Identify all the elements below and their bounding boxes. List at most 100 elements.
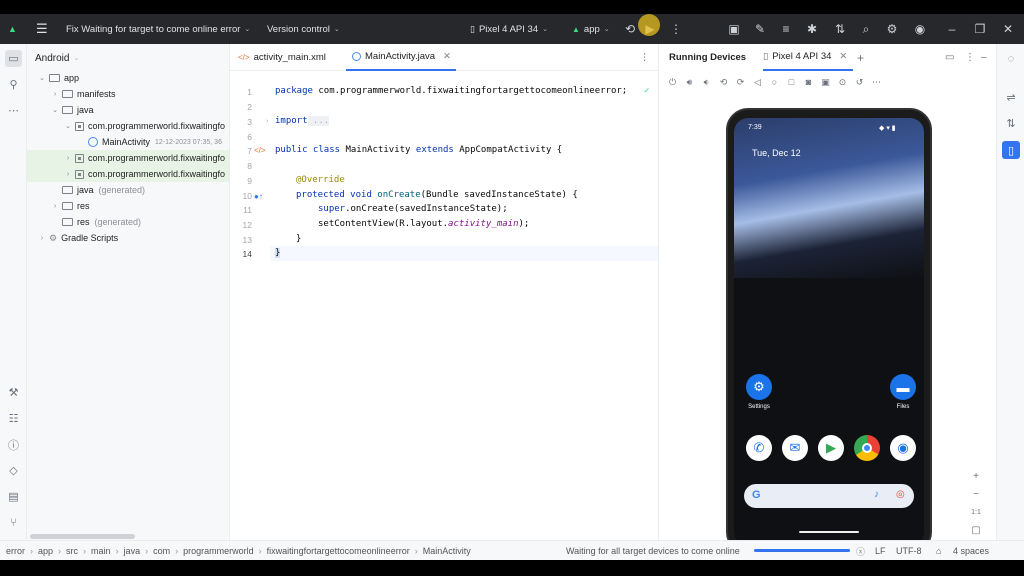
tree-item[interactable]: ⌄ java [27,102,229,118]
running-devices-tool-icon[interactable]: ▯ [1002,141,1020,159]
notifications-icon[interactable]: ◌ [1002,50,1020,68]
lens-icon[interactable]: ◎ [896,489,905,500]
rotate-right-icon[interactable]: ⟳ [735,77,746,88]
home-icon[interactable]: ○ [769,77,780,88]
minimize-panel-icon[interactable]: – [981,52,987,63]
device-manager-icon[interactable]: ▣ [726,21,742,37]
breadcrumb-item[interactable]: main [91,546,111,556]
tab-main-activity-java[interactable]: MainActivity.java ✕ [346,44,456,71]
messages-app-icon[interactable]: ✉ [782,435,808,461]
tree-item[interactable]: › res [27,198,229,214]
breadcrumb-item[interactable]: fixwaitingfortargettocomeonlineerror [267,546,410,556]
chevron-right-icon[interactable]: › [63,171,73,178]
main-menu-icon[interactable]: ☰ [36,14,48,44]
logcat-tool-icon[interactable]: ☷ [5,410,22,427]
structure-tool-icon[interactable]: ⚲ [5,76,22,93]
mic-icon[interactable]: ♪ [874,489,879,500]
play-store-app-icon[interactable]: ▶ [818,435,844,461]
tree-item[interactable]: › com.programmerworld.fixwaitingfo [27,150,229,166]
breadcrumb-item[interactable]: com [153,546,170,556]
project-selector[interactable]: Fix Waiting for target to come online er… [66,14,250,44]
encoding-widget[interactable]: UTF-8 [896,541,922,560]
tree-item[interactable]: › manifests [27,86,229,102]
breadcrumb-item[interactable]: programmerworld [183,546,254,556]
tree-item[interactable]: ⌄ com.programmerworld.fixwaitingfo [27,118,229,134]
terminal-tool-icon[interactable]: ▤ [5,488,22,505]
cancel-progress-icon[interactable]: ⓧ [856,541,865,560]
gear-icon[interactable]: ⚙ [884,21,900,37]
gradle-tool-icon[interactable]: ⇌ [1002,88,1020,106]
indent-widget[interactable]: 4 spaces [953,541,989,560]
zoom-fit-icon[interactable]: ▢ [966,522,986,538]
camera-app-icon[interactable]: ◉ [890,435,916,461]
google-search-bar[interactable]: G ♪ ◎ [744,484,914,508]
line-ending-widget[interactable]: LF [875,541,886,560]
more-icon[interactable]: ⋮ [965,52,975,63]
tab-activity-main-xml[interactable]: </> activity_main.xml [238,44,338,71]
version-control-menu[interactable]: Version control ⌄ [267,14,340,44]
zoom-in-icon[interactable]: + [966,468,986,484]
breadcrumb-item[interactable]: src [66,546,78,556]
tree-item[interactable]: › ⚙ Gradle Scripts [27,230,229,246]
chevron-down-icon[interactable]: ⌄ [37,74,47,82]
tree-item[interactable]: res (generated) [27,214,229,230]
close-tab-icon[interactable]: ✕ [443,51,451,62]
app-quality-icon[interactable]: ◇ [5,462,22,479]
tree-item[interactable]: MainActivity 12-12-2023 07:35, 36 [27,134,229,150]
more-tools-icon[interactable]: ⋯ [5,102,22,119]
zoom-actual-size-button[interactable]: 1:1 [966,504,986,520]
device-tab[interactable]: ▯ Pixel 4 API 34 ✕ [763,44,854,71]
chevron-right-icon[interactable]: › [63,155,73,162]
chevron-right-icon[interactable]: › [50,91,60,98]
close-icon[interactable]: ✕ [1000,21,1016,37]
history-icon[interactable]: ↺ [854,77,865,88]
minimize-icon[interactable]: – [944,21,960,37]
breadcrumb-item[interactable]: java [124,546,141,556]
device-sync-icon[interactable]: ⇅ [832,21,848,37]
project-view-selector[interactable]: Android ⌄ [35,50,229,66]
settings-app-icon[interactable]: ⚙ [746,374,772,400]
tree-item[interactable]: ⌄ app [27,70,229,86]
attach-debugger-icon[interactable]: ✎ [752,21,768,37]
volume-up-icon[interactable]: 🔊︎ [684,77,695,88]
device-screen[interactable]: 7:39 ◆ ▾ ▮ Tue, Dec 12 ⚙ Settings ▬ File… [734,118,924,546]
breadcrumb-item[interactable]: error [6,546,25,556]
debug-icon[interactable]: ✱ [804,21,820,37]
breadcrumb-item[interactable]: MainActivity [423,546,471,556]
project-tool-icon[interactable]: ▭ [5,50,22,67]
chevron-right-icon[interactable]: › [50,203,60,210]
back-icon[interactable]: ◁ [752,77,763,88]
files-app-icon[interactable]: ▬ [890,374,916,400]
screen-record-icon[interactable]: ▣ [820,77,831,88]
build-tool-icon[interactable]: ⚒ [5,384,22,401]
tree-item[interactable]: java (generated) [27,182,229,198]
zoom-out-icon[interactable]: − [966,486,986,502]
run-config-selector[interactable]: ▲ app ⌄ [572,14,610,44]
layout-icon[interactable]: ▭ [945,52,954,63]
volume-down-icon[interactable]: 🔉︎ [701,77,712,88]
more-icon[interactable]: ⋮ [668,21,684,37]
close-tab-icon[interactable]: ✕ [839,51,847,62]
device-explorer-icon[interactable]: ⇅ [1002,114,1020,132]
search-icon[interactable]: ⌕ [858,21,874,37]
code-editor[interactable]: package com.programmerworld.fixwaitingfo… [270,71,658,540]
gesture-bar[interactable] [799,531,859,533]
fold-icon[interactable]: › [266,118,268,125]
editor-options-icon[interactable]: ⋮ [640,44,650,71]
version-control-tool-icon[interactable]: ⑂ [5,514,22,531]
lock-icon[interactable]: ⌂ [936,541,941,560]
add-device-tab-button[interactable]: + [857,51,864,65]
extended-controls-icon[interactable]: ⋯ [871,77,882,88]
chevron-down-icon[interactable]: ⌄ [50,106,60,114]
overview-icon[interactable]: □ [786,77,797,88]
snapshot-icon[interactable]: ⊙ [837,77,848,88]
device-selector[interactable]: ▯ Pixel 4 API 34 ⌄ [470,14,548,44]
breadcrumb-item[interactable]: app [38,546,53,556]
restore-icon[interactable]: ❐ [972,21,988,37]
account-icon[interactable]: ◉ [912,21,928,37]
chevron-right-icon[interactable]: › [37,235,47,242]
rotate-left-icon[interactable]: ⟲ [718,77,729,88]
phone-app-icon[interactable]: ✆ [746,435,772,461]
screenshot-icon[interactable]: ◙ [803,77,814,88]
sync-icon[interactable]: ≡ [778,21,794,37]
